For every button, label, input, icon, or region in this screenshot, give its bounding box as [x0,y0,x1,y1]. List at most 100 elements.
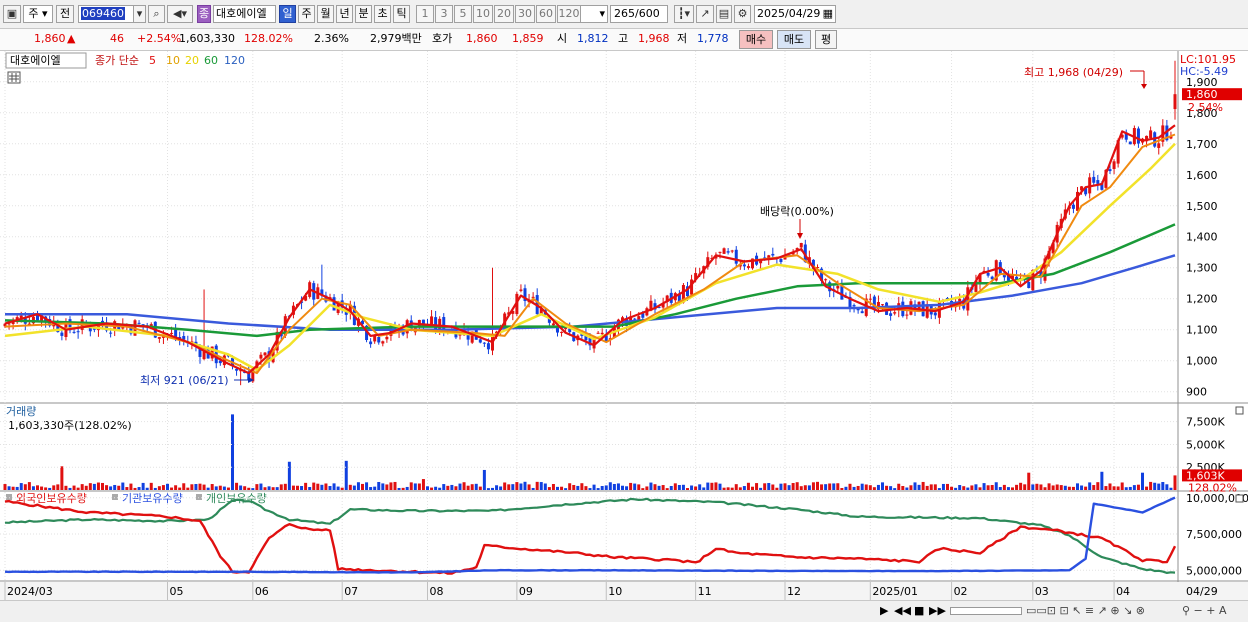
rewind-icon[interactable]: ◀◀ [894,604,911,617]
period-tab[interactable]: 분 [355,5,372,23]
interval-button[interactable]: 5 [454,5,472,23]
y-tick-label: 1,000 [1186,355,1218,368]
candle [1112,161,1116,170]
volume-bar [698,484,702,490]
interval-button[interactable]: 120 [557,5,581,23]
x-tick-label: 02 [954,585,968,598]
holding-y-tick: 7,500,000 [1186,528,1242,541]
candle [1157,143,1161,148]
low-label: 저 [677,32,688,45]
volume-bar [186,487,190,490]
volume-bar [352,485,356,490]
volume-bar [300,486,304,490]
volume-bar [153,487,157,490]
forward-icon[interactable]: ▶▶ [929,604,946,617]
volume-bar [218,485,222,490]
sell-button[interactable]: 매도 [777,30,811,49]
y-tick-label: 1,300 [1186,262,1218,275]
candle [478,339,482,343]
overlay-icon[interactable]: ↗ [696,5,714,23]
volume-bar [527,484,531,490]
prev-button[interactable]: 전 [56,5,74,23]
interval-button[interactable]: 60 [536,5,556,23]
volume-bar [852,486,856,490]
volume-bar [681,484,685,490]
volume-bar [231,414,234,490]
volume-bar [742,486,746,490]
volume-bar [109,486,113,490]
legend-ma5: 5 [149,54,156,67]
period-tab[interactable]: 년 [336,5,353,23]
volume-bar [401,487,405,490]
save-icon[interactable]: ▤ [716,5,732,23]
volume-bar [596,488,600,490]
volume-bar [446,485,450,490]
volume-bar [572,484,576,490]
gear-icon[interactable]: ⚙ [734,5,751,23]
date-field[interactable]: 2025/04/29 ▦ [754,5,836,23]
volume-bar [1080,485,1084,490]
zoom-icon[interactable]: ⚲ − + A [1182,604,1227,617]
avg-button[interactable]: 평 [815,30,837,49]
interval-button[interactable]: 20 [494,5,514,23]
tools-icon[interactable]: ▭▭⊡ ⊡ ↖ ≡ ↗ ⊕ ↘ ⊗ [1026,604,1145,617]
candle [377,336,381,343]
volume-bar [828,483,832,490]
zoom-slider[interactable] [950,607,1022,615]
volume-bar [901,486,905,490]
volume-bar [145,487,149,490]
volume-bar [316,483,320,490]
x-tick-label: 11 [698,585,712,598]
volume-bar [340,487,344,490]
low-annotation: 최저 921 (06/21) [140,374,229,387]
date-value: 2025/04/29 [757,7,821,20]
volume-bar [604,485,608,490]
speaker-icon[interactable]: ◀▾ [167,5,193,23]
volume-bar [641,488,645,490]
volume-bar [751,486,754,490]
candle-type-icon[interactable]: ┇▾ [674,5,694,23]
volume-bar [1153,482,1157,490]
candle [76,331,80,333]
candle [718,251,722,253]
scroll-right-icon[interactable]: ▶ [880,604,888,617]
current-price: 1,860 [34,32,66,45]
volume-bar [239,485,243,490]
count-field[interactable]: 265/600 [610,5,668,23]
volume-bar [958,485,962,490]
stop-icon[interactable]: ■ [914,604,924,617]
interval-button[interactable]: 1 [416,5,434,23]
period-tab[interactable]: 주 [298,5,315,23]
volume-bar [876,484,880,490]
volume-bar [178,487,182,490]
period-tab[interactable]: 초 [374,5,391,23]
search-icon[interactable]: ⌕ [148,5,165,23]
candle [746,266,750,268]
volume-bar [954,487,958,490]
volume-bar [1031,484,1035,490]
interval-button[interactable]: 30 [515,5,535,23]
market-select[interactable]: 주 ▾ [23,5,53,23]
volume-bar [214,486,218,490]
candle [486,343,490,350]
interval-button[interactable]: 10 [473,5,493,23]
screen-icon[interactable]: ▣ [3,5,21,23]
volume-bar [840,488,844,490]
volume-bar [913,482,917,490]
table-icon[interactable] [7,71,21,84]
chevron-down-icon[interactable]: ▾ [133,5,146,23]
buy-button[interactable]: 매수 [739,30,773,49]
volume-bar [1169,487,1173,490]
volume-bar [844,486,848,490]
period-tab[interactable]: 월 [317,5,334,23]
chart-area[interactable]: 1,9001,8001,7001,6001,5001,4001,3001,200… [0,51,1248,621]
legend-ma20: 20 [185,54,199,67]
high-price: 1,968 [638,32,670,45]
volume-bar [917,484,921,490]
period-tab[interactable]: 일 [279,5,296,23]
volume-bar [994,482,998,490]
volume-bar [271,487,275,490]
volume-bar [1161,482,1165,490]
period-tab[interactable]: 틱 [393,5,410,23]
interval-button[interactable]: 3 [435,5,453,23]
